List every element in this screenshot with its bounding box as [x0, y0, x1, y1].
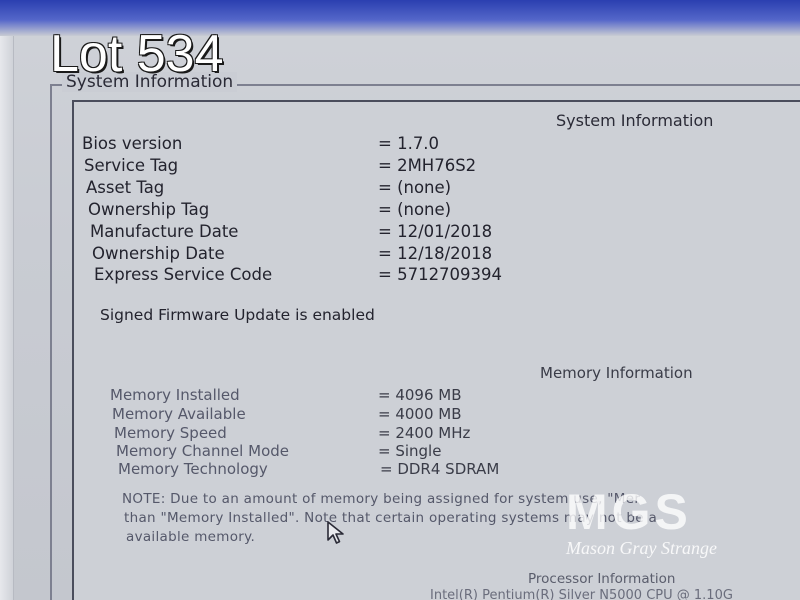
memory-note-line-3: available memory. — [126, 529, 256, 545]
system-info-heading: System Information — [556, 111, 714, 130]
row-label: Service Tag — [84, 156, 179, 175]
row-value: = 12/01/2018 — [378, 222, 493, 241]
firmware-status: Signed Firmware Update is enabled — [100, 306, 375, 324]
mouse-pointer-icon — [326, 520, 348, 550]
row-label: Memory Channel Mode — [116, 442, 289, 460]
row-label: Asset Tag — [86, 178, 165, 197]
row-label: Bios version — [82, 134, 183, 153]
processor-info-line: Intel(R) Pentium(R) Silver N5000 CPU @ 1… — [430, 588, 733, 600]
row-value: = (none) — [378, 200, 452, 219]
row-value: = 4000 MB — [378, 405, 462, 423]
row-label: Ownership Tag — [88, 200, 210, 219]
row-value: = (none) — [378, 178, 452, 197]
row-value: = 5712709394 — [378, 265, 503, 284]
lot-label: Lot 534 — [50, 25, 224, 83]
row-value: = DDR4 SDRAM — [380, 460, 500, 478]
row-value: = 2MH76S2 — [378, 156, 477, 175]
row-value: = 2400 MHz — [378, 424, 471, 442]
processor-info-heading: Processor Information — [528, 571, 676, 587]
row-value: = 1.7.0 — [378, 134, 440, 153]
row-label: Memory Available — [112, 405, 246, 423]
row-label: Memory Speed — [114, 424, 227, 442]
row-label: Ownership Date — [92, 244, 225, 263]
screen-left-edge — [0, 36, 14, 600]
watermark: MGS Mason Gray Strange — [560, 486, 760, 566]
row-value: = 4096 MB — [378, 386, 462, 404]
row-label: Express Service Code — [94, 265, 273, 284]
row-value: = 12/18/2018 — [378, 244, 493, 263]
watermark-name: Mason Gray Strange — [566, 538, 717, 558]
row-label: Memory Technology — [118, 460, 268, 478]
row-label: Memory Installed — [110, 386, 240, 404]
memory-info-heading: Memory Information — [540, 364, 693, 382]
row-label: Manufacture Date — [90, 222, 239, 241]
watermark-logo: MGS — [566, 484, 692, 540]
row-value: = Single — [378, 442, 442, 460]
